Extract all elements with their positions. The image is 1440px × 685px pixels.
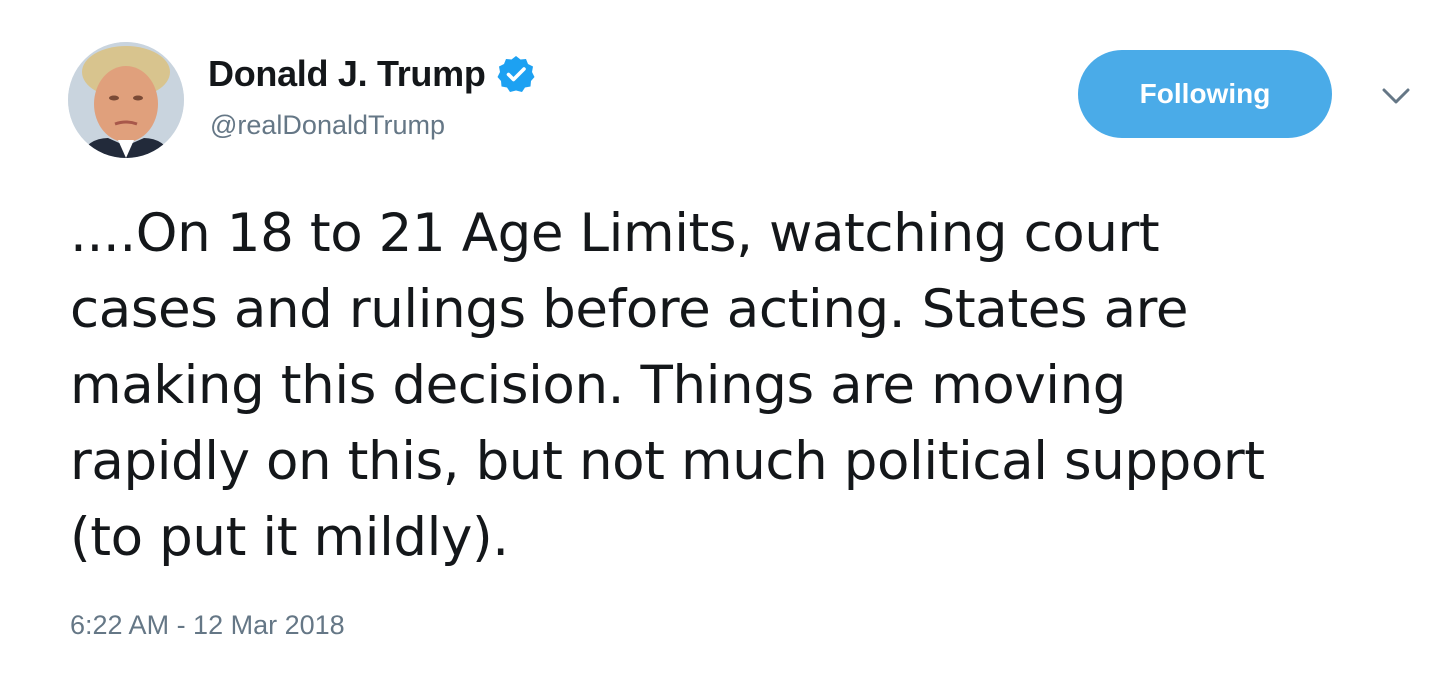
- tweet-text-line: making this decision. Things are moving: [70, 355, 1127, 416]
- tweet-text-line: rapidly on this, but not much political …: [70, 431, 1265, 492]
- author-display-name[interactable]: Donald J. Trump: [208, 53, 486, 95]
- tweet-timestamp[interactable]: 6:22 AM - 12 Mar 2018: [70, 610, 345, 641]
- tweet-text-line: ....On 18 to 21 Age Limits, watching cou…: [70, 203, 1160, 264]
- tweet-text-line: cases and rulings before acting. States …: [70, 279, 1189, 340]
- following-button[interactable]: Following: [1078, 50, 1332, 138]
- profile-photo-icon: [68, 42, 184, 158]
- avatar[interactable]: [68, 42, 184, 158]
- author-handle[interactable]: @realDonaldTrump: [210, 110, 445, 141]
- tweet-card: Donald J. Trump @realDonaldTrump Followi…: [0, 0, 1440, 685]
- verified-badge-icon: [496, 54, 536, 94]
- chevron-down-icon[interactable]: [1378, 84, 1414, 108]
- tweet-text: ....On 18 to 21 Age Limits, watching cou…: [70, 196, 1420, 576]
- author-name-row[interactable]: Donald J. Trump: [208, 52, 536, 96]
- tweet-text-line: (to put it mildly).: [70, 507, 509, 568]
